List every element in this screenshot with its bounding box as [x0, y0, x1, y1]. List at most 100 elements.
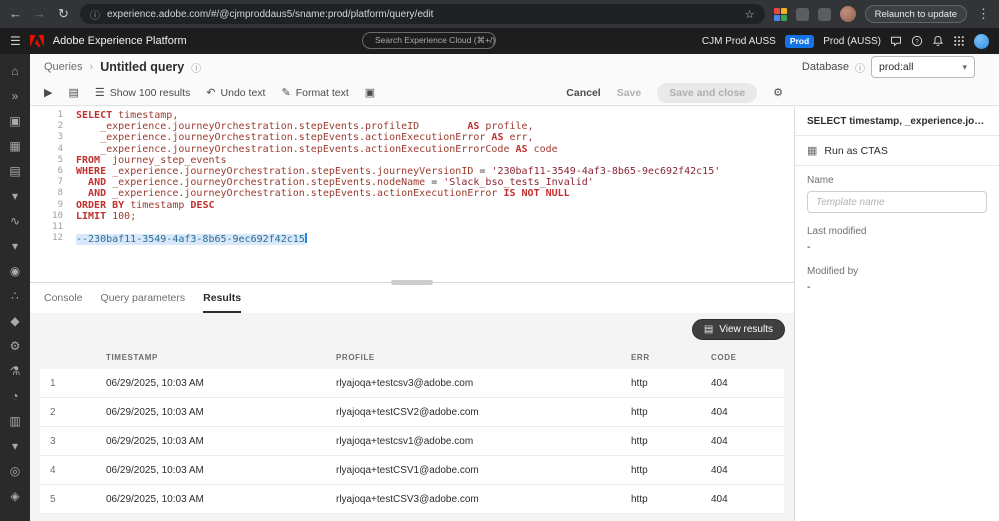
browser-reload-button[interactable]: ↻ — [56, 0, 71, 28]
table-cell: 06/29/2025, 10:03 AM — [100, 378, 330, 389]
extension-icon-1[interactable] — [796, 8, 809, 21]
notifications-icon[interactable] — [932, 35, 944, 47]
journeys-icon[interactable]: ∿ — [0, 208, 30, 233]
table-row[interactable]: 406/29/2025, 10:03 AMrlyajoqa+testCSV1@a… — [40, 456, 784, 485]
editor-settings-gear-icon[interactable]: ⚙ — [773, 86, 783, 99]
profiles-icon[interactable]: ▣ — [0, 108, 30, 133]
hamburger-icon[interactable]: ☰ — [10, 34, 21, 48]
list-icon: ☰ — [95, 86, 105, 99]
table-cell: rlyajoqa+testcsv1@adobe.com — [330, 436, 625, 447]
tab-query-parameters[interactable]: Query parameters — [101, 292, 186, 313]
code-line[interactable]: 12--230baf11-3549-4af3-8b65-9ec692f42c15 — [30, 233, 794, 244]
browser-forward-button[interactable]: → — [32, 0, 47, 28]
splitter-handle[interactable] — [391, 280, 433, 285]
database-select[interactable]: prod:all ▾ — [871, 56, 975, 78]
tags-icon[interactable]: ◈ — [0, 483, 30, 508]
notebooks-icon[interactable]: ▤ — [68, 86, 78, 99]
table-cell: http — [625, 436, 705, 447]
code-line[interactable]: 2 _experience.journeyOrchestration.stepE… — [30, 121, 794, 132]
code-line[interactable]: 5FROM journey_step_events — [30, 155, 794, 166]
format-button[interactable]: ✎ Format text — [281, 86, 348, 99]
ctas-icon: ▦ — [807, 144, 817, 157]
table-cell: rlyajoqa+testCSV1@adobe.com — [330, 465, 625, 476]
show-results-button[interactable]: ☰ Show 100 results — [95, 86, 190, 99]
schemas-icon[interactable]: ▤ — [0, 158, 30, 183]
feedback-icon[interactable] — [890, 35, 902, 47]
section-chevron-icon[interactable]: ▾ — [0, 433, 30, 458]
database-info-icon[interactable]: ⓘ — [855, 60, 865, 75]
page-info-icon[interactable]: ⓘ — [191, 60, 201, 75]
run-as-ctas-button[interactable]: ▦ Run as CTAS — [807, 144, 987, 157]
snippets-icon[interactable]: ▣ — [365, 86, 375, 99]
home-icon[interactable]: ⌂ — [0, 58, 30, 83]
destinations-icon[interactable]: ◎ — [0, 458, 30, 483]
table-cell: http — [625, 407, 705, 418]
datastore-icon[interactable]: ▥ — [0, 408, 30, 433]
bookmark-star-icon[interactable]: ☆ — [745, 8, 755, 21]
workflows-icon[interactable]: ⚙ — [0, 333, 30, 358]
table-icon: ▤ — [704, 324, 713, 335]
table-cell: http — [625, 465, 705, 476]
breadcrumb: Queries › Untitled query ⓘ Database ⓘ pr… — [30, 54, 999, 80]
template-name-input[interactable] — [807, 191, 987, 213]
code-line[interactable]: 9ORDER BY timestamp DESC — [30, 200, 794, 211]
table-row[interactable]: 506/29/2025, 10:03 AMrlyajoqa+testCSV3@a… — [40, 485, 784, 514]
save-button[interactable]: Save — [617, 87, 642, 99]
extension-icon-2[interactable] — [818, 8, 831, 21]
last-modified-label: Last modified — [807, 226, 987, 237]
code-line[interactable]: 7 AND _experience.journeyOrchestration.s… — [30, 177, 794, 188]
run-query-icon[interactable]: ▶ — [44, 86, 52, 99]
line-number: 11 — [30, 222, 76, 233]
browser-profile-avatar[interactable] — [840, 6, 856, 22]
save-and-close-button[interactable]: Save and close — [657, 83, 757, 103]
segments-icon[interactable]: ◆ — [0, 308, 30, 333]
table-cell: 06/29/2025, 10:03 AM — [100, 465, 330, 476]
section-chevron-icon[interactable]: ▾ — [0, 233, 30, 258]
address-bar[interactable]: ⓘ experience.adobe.com/#/@cjmproddaus5/s… — [80, 4, 765, 24]
relaunch-button[interactable]: Relaunch to update — [865, 5, 967, 23]
site-info-icon[interactable]: ⓘ — [90, 7, 100, 22]
tab-console[interactable]: Console — [44, 292, 83, 313]
code-line[interactable]: 11 — [30, 222, 794, 233]
results-body: 106/29/2025, 10:03 AMrlyajoqa+testcsv3@a… — [40, 369, 784, 514]
code-line[interactable]: 3 _experience.journeyOrchestration.stepE… — [30, 132, 794, 143]
undo-button[interactable]: ↶ Undo text — [206, 86, 265, 99]
browser-menu-icon[interactable]: ⋮ — [976, 0, 991, 28]
rail-collapse-icon[interactable]: » — [0, 83, 30, 108]
global-search[interactable]: Search Experience Cloud (⌘+/) — [362, 32, 496, 49]
breadcrumb-queries[interactable]: Queries — [44, 61, 83, 73]
row-number: 2 — [40, 407, 100, 418]
line-number: 12 — [30, 233, 76, 244]
sql-editor[interactable]: 1SELECT timestamp,2 _experience.journeyO… — [30, 107, 794, 282]
env-label[interactable]: Prod (AUSS) — [823, 36, 881, 47]
code-line[interactable]: 10LIMIT 100; — [30, 211, 794, 222]
tab-results[interactable]: Results — [203, 292, 241, 313]
user-avatar[interactable] — [974, 34, 989, 49]
app-switcher-icon[interactable] — [953, 35, 965, 47]
table-row[interactable]: 306/29/2025, 10:03 AMrlyajoqa+testcsv1@a… — [40, 427, 784, 456]
table-row[interactable]: 206/29/2025, 10:03 AMrlyajoqa+testCSV2@a… — [40, 398, 784, 427]
last-modified-value: - — [807, 241, 987, 253]
monitoring-icon[interactable]: ◔ — [0, 383, 30, 408]
audiences-icon[interactable]: ∴ — [0, 283, 30, 308]
line-number: 5 — [30, 155, 76, 166]
column-header: CODE — [705, 353, 784, 362]
profile-icon[interactable]: ◉ — [0, 258, 30, 283]
code-line[interactable]: 4 _experience.journeyOrchestration.stepE… — [30, 144, 794, 155]
table-row[interactable]: 106/29/2025, 10:03 AMrlyajoqa+testcsv3@a… — [40, 369, 784, 398]
code-line[interactable]: 6WHERE _experience.journeyOrchestration.… — [30, 166, 794, 177]
breadcrumb-separator-icon: › — [90, 61, 94, 73]
cancel-button[interactable]: Cancel — [566, 87, 600, 99]
help-icon[interactable]: ? — [911, 35, 923, 47]
browser-back-button[interactable]: ← — [8, 0, 23, 28]
code-line[interactable]: 8 AND _experience.journeyOrchestration.s… — [30, 188, 794, 199]
view-results-button[interactable]: ▤ View results — [692, 319, 785, 340]
line-number: 3 — [30, 132, 76, 143]
queries-icon[interactable]: ⚗ — [0, 358, 30, 383]
browser-chrome: ← → ↻ ⓘ experience.adobe.com/#/@cjmprodd… — [0, 0, 999, 28]
datasets-icon[interactable]: ▦ — [0, 133, 30, 158]
extension-icon-colorful[interactable] — [774, 8, 787, 21]
code-line[interactable]: 1SELECT timestamp, — [30, 110, 794, 121]
section-chevron-icon[interactable]: ▾ — [0, 183, 30, 208]
table-cell: 404 — [705, 407, 784, 418]
